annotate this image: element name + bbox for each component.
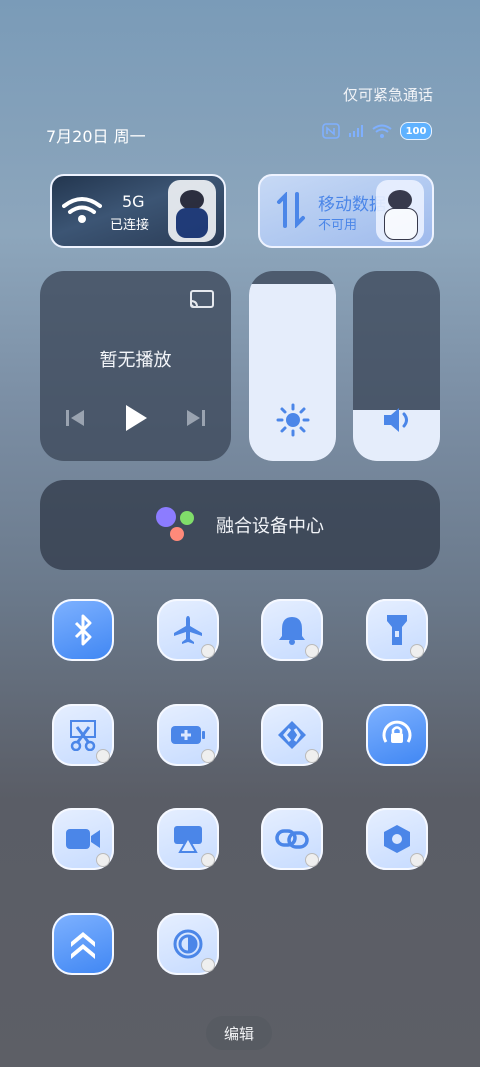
sun-icon: [249, 403, 336, 437]
nfc-icon: [322, 123, 340, 139]
fusion-logo-icon: [156, 507, 198, 543]
link-icon: [275, 827, 309, 851]
sticker-decoration: [201, 749, 215, 763]
signal-icon: [348, 124, 364, 138]
sticker-decoration: [305, 853, 319, 867]
airplay-icon: [172, 824, 204, 854]
previous-icon[interactable]: [64, 408, 86, 432]
battery-plus-icon: [170, 724, 206, 746]
volume-slider[interactable]: [353, 271, 440, 461]
sticker-decoration: [96, 749, 110, 763]
fusion-label: 融合设备中心: [216, 516, 324, 537]
toggle-airplane-mode[interactable]: [157, 599, 219, 661]
next-icon[interactable]: [185, 408, 207, 432]
airplane-icon: [172, 614, 204, 646]
media-title: 暂无播放: [99, 350, 172, 371]
mobile-data-subtitle: 不可用: [318, 218, 358, 233]
flashlight-icon: [385, 613, 409, 647]
wifi-tile[interactable]: 5G 已连接: [50, 174, 226, 248]
scissors-icon: [68, 719, 98, 751]
toggle-battery-saver[interactable]: [157, 704, 219, 766]
mobile-data-tile[interactable]: 移动数据 不可用: [258, 174, 434, 248]
toggle-link[interactable]: [261, 808, 323, 870]
brightness-slider[interactable]: [249, 271, 336, 461]
play-icon[interactable]: [123, 403, 149, 437]
speaker-icon: [353, 405, 440, 435]
sticker-decoration: [201, 958, 215, 972]
toggle-rotation-lock[interactable]: [366, 704, 428, 766]
toggle-settings[interactable]: [366, 808, 428, 870]
wifi-icon: [372, 124, 392, 138]
battery-icon: 100: [400, 122, 432, 140]
toggle-bluetooth[interactable]: [52, 599, 114, 661]
bluetooth-icon: [70, 614, 96, 646]
toggle-performance[interactable]: [52, 913, 114, 975]
video-icon: [65, 827, 101, 851]
toggle-screen-mirror[interactable]: [157, 808, 219, 870]
rotate-lock-icon: [380, 718, 414, 752]
toggle-sound[interactable]: [261, 599, 323, 661]
fusion-device-center[interactable]: 融合设备中心: [40, 480, 440, 570]
toggle-dark-mode[interactable]: [157, 913, 219, 975]
cast-icon[interactable]: [189, 289, 215, 315]
sticker-decoration: [168, 180, 216, 242]
media-player-card[interactable]: 暂无播放: [40, 271, 231, 461]
date-text: 7月20日 周一: [46, 127, 146, 146]
hexagon-icon: [382, 823, 412, 855]
data-transfer-icon: [276, 191, 306, 232]
emergency-call-text: 仅可紧急通话: [342, 86, 433, 104]
toggle-flashlight[interactable]: [366, 599, 428, 661]
double-chevron-up-icon: [68, 928, 98, 960]
sticker-decoration: [410, 644, 424, 658]
cast-arrows-icon: [276, 719, 308, 751]
bell-icon: [278, 614, 306, 646]
edit-button[interactable]: 编辑: [206, 1016, 272, 1050]
sticker-decoration: [201, 853, 215, 867]
toggle-screen-record[interactable]: [52, 808, 114, 870]
toggle-cast[interactable]: [261, 704, 323, 766]
sticker-decoration: [376, 180, 424, 242]
contrast-icon: [172, 928, 204, 960]
toggle-screenshot[interactable]: [52, 704, 114, 766]
sticker-decoration: [305, 749, 319, 763]
sticker-decoration: [410, 853, 424, 867]
sticker-decoration: [305, 644, 319, 658]
status-icons: 100: [322, 122, 432, 140]
wifi-title: 5G: [122, 192, 145, 211]
sticker-decoration: [96, 853, 110, 867]
sticker-decoration: [201, 644, 215, 658]
media-controls: [64, 403, 207, 437]
wifi-icon: [62, 196, 102, 228]
wifi-subtitle: 已连接: [110, 218, 150, 233]
